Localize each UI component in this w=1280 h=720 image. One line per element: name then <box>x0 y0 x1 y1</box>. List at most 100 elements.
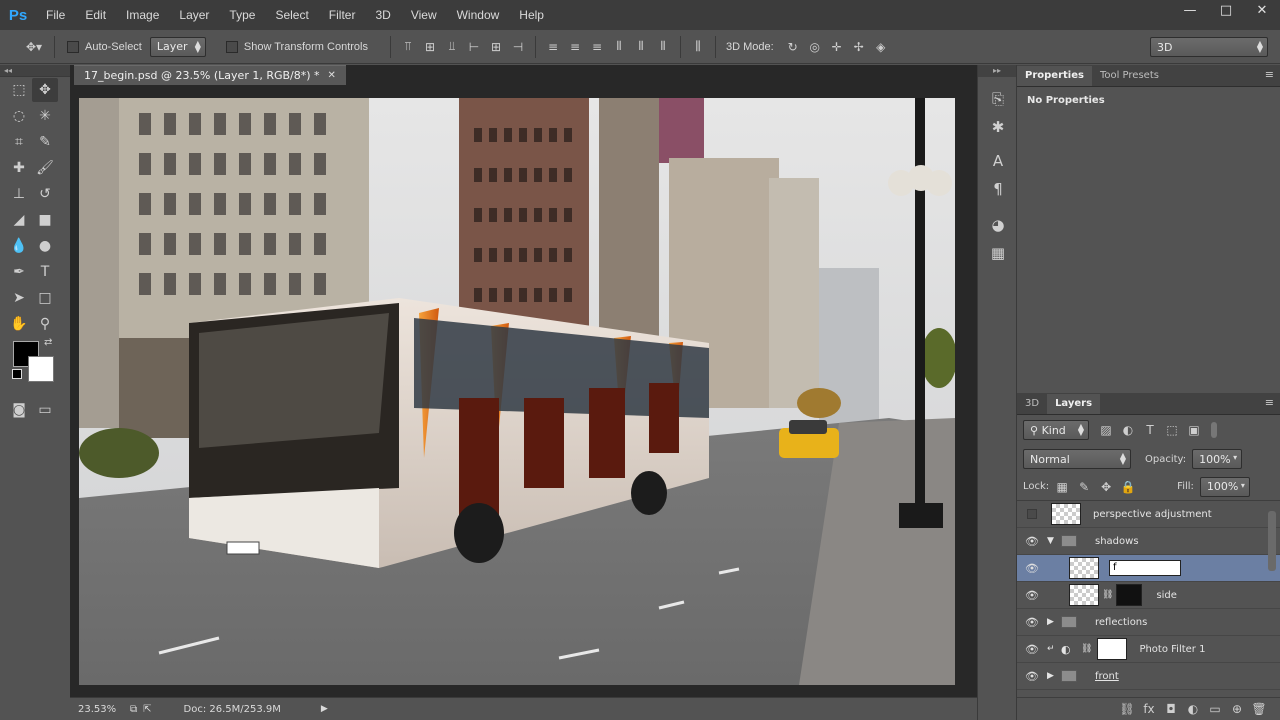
align-bottom-icon[interactable]: ⫫ <box>441 36 463 58</box>
distribute-hcenter-icon[interactable]: ⦀ <box>630 36 652 58</box>
lock-all-icon[interactable]: 🔒 <box>1117 476 1139 498</box>
3d-rotate-icon[interactable]: ↻ <box>782 36 804 58</box>
fill-input[interactable]: 100% ▾ <box>1199 476 1250 497</box>
layer-group-row[interactable]: 👁 ▶ reflections <box>1017 609 1280 636</box>
eye-icon[interactable]: 👁 <box>1017 535 1047 548</box>
move-tool-preset-icon[interactable]: ✥▾ <box>20 36 48 58</box>
3d-scale-icon[interactable]: ◈ <box>870 36 892 58</box>
tab-properties[interactable]: Properties <box>1017 66 1092 86</box>
new-layer-icon[interactable]: ⊕ <box>1226 698 1248 720</box>
menu-type[interactable]: Type <box>219 0 265 30</box>
quick-mask-icon[interactable]: ◙ <box>6 398 32 422</box>
distribute-right-icon[interactable]: ⦀ <box>652 36 674 58</box>
dodge-tool-icon[interactable]: ● <box>32 234 58 258</box>
export-icon[interactable]: ⇱ <box>143 704 151 715</box>
move-tool-icon[interactable]: ✥ <box>32 78 58 102</box>
filter-pixel-icon[interactable]: ▨ <box>1095 419 1117 441</box>
align-top-icon[interactable]: ⫪ <box>397 36 419 58</box>
add-mask-icon[interactable]: ◘ <box>1160 698 1182 720</box>
expand-group-icon[interactable]: ▶ <box>1047 617 1061 627</box>
filter-type-icon[interactable]: T <box>1139 419 1161 441</box>
brush-presets-icon[interactable]: ✱ <box>978 113 1018 141</box>
auto-select-dropdown[interactable]: Layer ▲ ▼ <box>149 36 206 57</box>
lock-pixels-icon[interactable]: ✎ <box>1073 476 1095 498</box>
blend-mode-dropdown[interactable]: Normal ▲ ▼ <box>1023 449 1131 469</box>
crop-tool-icon[interactable]: ⌗ <box>6 130 32 154</box>
workspace-dropdown[interactable]: 3D ▲ ▼ <box>1150 37 1268 57</box>
align-hcenter-icon[interactable]: ⊞ <box>485 36 507 58</box>
eyedropper-icon[interactable]: ✎ <box>32 130 58 154</box>
filter-smart-object-icon[interactable]: ▣ <box>1183 419 1205 441</box>
menu-layer[interactable]: Layer <box>169 0 219 30</box>
zoom-level[interactable]: 23.53% <box>78 704 124 715</box>
distribute-bottom-icon[interactable]: ≡ <box>586 36 608 58</box>
gradient-tool-icon[interactable]: ■ <box>32 208 58 232</box>
rectangle-tool-icon[interactable]: □ <box>32 286 58 310</box>
align-left-icon[interactable]: ⊢ <box>463 36 485 58</box>
distribute-top-icon[interactable]: ≡ <box>542 36 564 58</box>
layer-rename-input[interactable]: f <box>1109 560 1181 576</box>
close-tab-icon[interactable]: ✕ <box>328 66 336 85</box>
collapse-dock-icon[interactable]: ▸▸ <box>978 65 1016 77</box>
panel-menu-icon[interactable]: ≡ <box>1265 396 1274 409</box>
expand-group-icon[interactable]: ▶ <box>1047 671 1061 681</box>
eye-icon[interactable]: 👁 <box>1017 589 1047 602</box>
healing-brush-icon[interactable]: ✚ <box>6 156 32 180</box>
magic-wand-icon[interactable]: ✳ <box>32 104 58 128</box>
swatches-panel-icon[interactable]: ▦ <box>978 239 1018 267</box>
layer-mask-thumbnail[interactable] <box>1116 584 1143 606</box>
tab-tool-presets[interactable]: Tool Presets <box>1092 66 1167 86</box>
trash-icon[interactable]: 🗑 <box>1248 698 1270 720</box>
hand-tool-icon[interactable]: ✋ <box>6 312 32 336</box>
eye-icon[interactable]: 👁 <box>1017 616 1047 629</box>
auto-select-checkbox[interactable] <box>67 40 79 53</box>
distribute-left-icon[interactable]: ⦀ <box>608 36 630 58</box>
eraser-tool-icon[interactable]: ◢ <box>6 208 32 232</box>
link-layers-icon[interactable]: ⛓ <box>1116 698 1138 720</box>
menu-edit[interactable]: Edit <box>75 0 116 30</box>
align-vcenter-icon[interactable]: ⊞ <box>419 36 441 58</box>
document-tab[interactable]: 17_begin.psd @ 23.5% (Layer 1, RGB/8*) *… <box>74 65 346 85</box>
maximize-button[interactable]: □ <box>1208 0 1244 20</box>
menu-file[interactable]: File <box>36 0 75 30</box>
menu-select[interactable]: Select <box>265 0 318 30</box>
menu-window[interactable]: Window <box>447 0 510 30</box>
opacity-input[interactable]: 100% ▾ <box>1192 449 1243 469</box>
menu-view[interactable]: View <box>401 0 447 30</box>
menu-filter[interactable]: Filter <box>319 0 366 30</box>
layer-group-row[interactable]: 👁 ▶ front <box>1017 663 1280 690</box>
3d-roll-icon[interactable]: ◎ <box>804 36 826 58</box>
share-icon[interactable]: ⧉ <box>130 704 137 715</box>
paragraph-panel-icon[interactable]: ¶ <box>978 175 1018 203</box>
history-brush-icon[interactable]: ↺ <box>32 182 58 206</box>
menu-help[interactable]: Help <box>509 0 554 30</box>
path-selection-icon[interactable]: ➤ <box>6 286 32 310</box>
menu-image[interactable]: Image <box>116 0 169 30</box>
eye-icon[interactable]: 👁 <box>1017 670 1047 683</box>
expand-group-icon[interactable]: ▼ <box>1047 536 1061 546</box>
background-color[interactable] <box>28 356 54 382</box>
transform-controls-checkbox[interactable] <box>225 40 238 53</box>
menu-3d[interactable]: 3D <box>365 0 400 30</box>
3d-pan-icon[interactable]: ✛ <box>826 36 848 58</box>
zoom-tool-icon[interactable]: ⚲ <box>32 312 58 336</box>
pen-tool-icon[interactable]: ✒ <box>6 260 32 284</box>
panel-menu-icon[interactable]: ≡ <box>1265 68 1274 81</box>
minimize-button[interactable]: — <box>1172 0 1208 20</box>
canvas-image[interactable] <box>79 98 955 685</box>
swap-colors-icon[interactable]: ⇄ <box>44 337 52 348</box>
close-button[interactable]: ✕ <box>1244 0 1280 20</box>
layers-scrollbar[interactable] <box>1268 511 1276 571</box>
clone-stamp-icon[interactable]: ⊥ <box>6 182 32 206</box>
status-menu-arrow-icon[interactable]: ▶ <box>321 704 328 714</box>
history-panel-icon[interactable]: ⎘ <box>978 85 1018 113</box>
filter-adjustment-icon[interactable]: ◐ <box>1117 419 1139 441</box>
lock-position-icon[interactable]: ✥ <box>1095 476 1117 498</box>
layer-style-icon[interactable]: fx <box>1138 698 1160 720</box>
new-group-icon[interactable]: ▭ <box>1204 698 1226 720</box>
tab-layers[interactable]: Layers <box>1047 394 1101 414</box>
character-panel-icon[interactable]: A <box>978 147 1018 175</box>
kind-filter-dropdown[interactable]: ⚲ Kind ▲ ▼ <box>1023 420 1089 440</box>
layer-mask-thumbnail[interactable] <box>1097 638 1128 660</box>
filter-toggle[interactable] <box>1211 422 1217 438</box>
